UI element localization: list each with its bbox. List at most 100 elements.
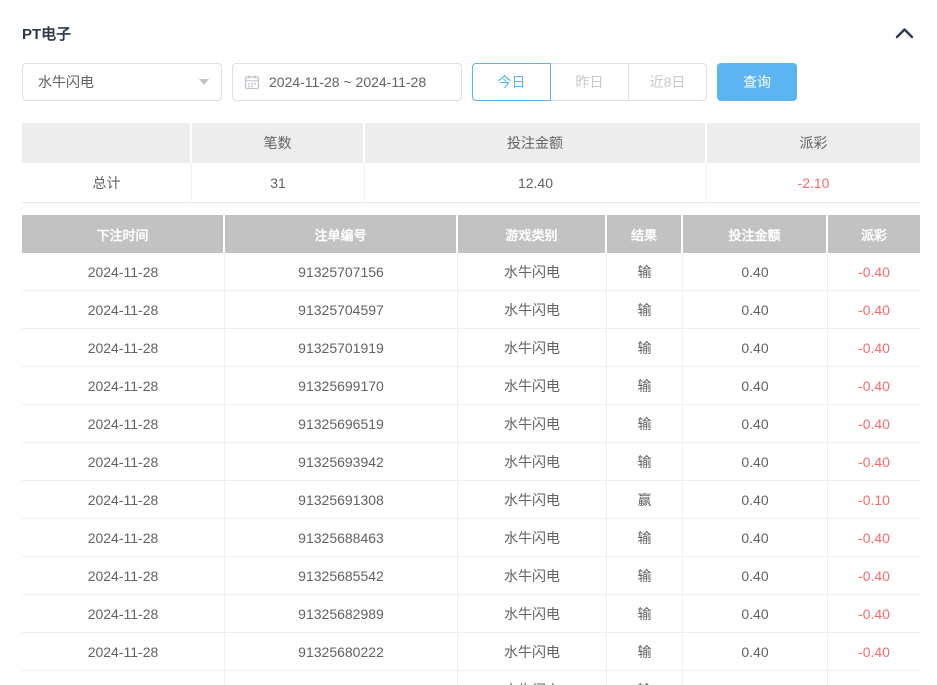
summary-header-bet-amount: 投注金额 xyxy=(365,123,707,163)
cell-order-number xyxy=(225,671,458,685)
cell-bet-time: 2024-11-28 xyxy=(22,253,225,291)
cell-result: 输 xyxy=(607,253,683,291)
cell-bet-amount: 0.40 xyxy=(683,329,828,367)
table-row: 2024-11-28 91325691308 水牛闪电 赢 0.40 -0.10 xyxy=(22,481,920,519)
cell-game-category: 水牛闪电 xyxy=(458,367,607,405)
cell-order-number: 91325688463 xyxy=(225,519,458,557)
cell-payout: -0.40 xyxy=(828,557,920,595)
cell-game-category: 水牛闪电 xyxy=(458,519,607,557)
detail-header-order-number: 注单编号 xyxy=(225,215,458,253)
cell-result: 输 xyxy=(607,671,683,685)
summary-header-payout: 派彩 xyxy=(707,123,920,163)
cell-game-category: 水牛闪电 xyxy=(458,481,607,519)
table-row: 2024-11-28 91325701919 水牛闪电 输 0.40 -0.40 xyxy=(22,329,920,367)
cell-order-number: 91325691308 xyxy=(225,481,458,519)
cell-game-category: 水牛闪电 xyxy=(458,443,607,481)
cell-game-category: 水牛闪电 xyxy=(458,633,607,671)
table-row: 2024-11-28 91325680222 水牛闪电 输 0.40 -0.40 xyxy=(22,633,920,671)
table-row: 2024-11-28 91325688463 水牛闪电 输 0.40 -0.40 xyxy=(22,519,920,557)
cell-bet-amount: 0.40 xyxy=(683,633,828,671)
cell-game-category: 水牛闪电 xyxy=(458,253,607,291)
cell-bet-time: 2024-11-28 xyxy=(22,405,225,443)
cell-payout: -0.40 xyxy=(828,329,920,367)
cell-payout: -0.40 xyxy=(828,519,920,557)
chevron-up-icon xyxy=(895,27,914,39)
cell-payout: -0.40 xyxy=(828,291,920,329)
cell-bet-time: 2024-11-28 xyxy=(22,633,225,671)
cell-game-category: 水牛闪电 xyxy=(458,291,607,329)
cell-bet-amount: 0.40 xyxy=(683,443,828,481)
table-row: 2024-11-28 91325696519 水牛闪电 输 0.40 -0.40 xyxy=(22,405,920,443)
cell-payout: -0.40 xyxy=(828,633,920,671)
cell-result: 输 xyxy=(607,557,683,595)
cell-payout: -0.10 xyxy=(828,481,920,519)
filter-bar: 水牛闪电 2024-11-28 ~ 2024-11-28 xyxy=(22,63,937,101)
date-range-value: 2024-11-28 ~ 2024-11-28 xyxy=(269,74,426,90)
calendar-icon xyxy=(244,74,260,90)
table-row: 2024-11-28 91325699170 水牛闪电 输 0.40 -0.40 xyxy=(22,367,920,405)
cell-result: 输 xyxy=(607,291,683,329)
summary-table: 笔数 投注金额 派彩 总计 31 12.40 -2.10 xyxy=(22,123,920,203)
cell-order-number: 91325693942 xyxy=(225,443,458,481)
cell-payout: -0.40 xyxy=(828,405,920,443)
detail-table: 下注时间 注单编号 游戏类别 结果 投注金额 派彩 2024-11-28 913… xyxy=(22,215,920,685)
table-row: 2024-11-28 91325704597 水牛闪电 输 0.40 -0.40 xyxy=(22,291,920,329)
cell-result: 输 xyxy=(607,595,683,633)
detail-header-game-category: 游戏类别 xyxy=(458,215,607,253)
cell-game-category: 水牛闪电 xyxy=(458,557,607,595)
game-select-value: 水牛闪电 xyxy=(38,72,94,92)
cell-order-number: 91325699170 xyxy=(225,367,458,405)
cell-game-category: 水牛闪电 xyxy=(458,405,607,443)
detail-header-payout: 派彩 xyxy=(828,215,920,253)
quick-button-yesterday[interactable]: 昨日 xyxy=(550,63,629,101)
table-row: 2024-11-28 91325707156 水牛闪电 输 0.40 -0.40 xyxy=(22,253,920,291)
cell-bet-amount: 0.40 xyxy=(683,291,828,329)
summary-total-row: 总计 31 12.40 -2.10 xyxy=(22,163,920,203)
cell-result: 输 xyxy=(607,329,683,367)
game-select[interactable]: 水牛闪电 xyxy=(22,63,222,101)
panel-header: PT电子 xyxy=(22,24,920,42)
cell-bet-amount: 0.40 xyxy=(683,367,828,405)
cell-payout xyxy=(828,671,920,685)
cell-bet-time: 2024-11-28 xyxy=(22,443,225,481)
cell-bet-time: 2024-11-28 xyxy=(22,519,225,557)
cell-bet-time: 2024-11-28 xyxy=(22,481,225,519)
query-button[interactable]: 查询 xyxy=(717,63,797,101)
cell-payout: -0.40 xyxy=(828,253,920,291)
cell-result: 赢 xyxy=(607,481,683,519)
cell-order-number: 91325707156 xyxy=(225,253,458,291)
cell-order-number: 91325680222 xyxy=(225,633,458,671)
cell-result: 输 xyxy=(607,519,683,557)
quick-button-last-8-days[interactable]: 近8日 xyxy=(628,63,707,101)
cell-result: 输 xyxy=(607,405,683,443)
cell-bet-amount: 0.40 xyxy=(683,557,828,595)
cell-bet-amount: 0.40 xyxy=(683,481,828,519)
cell-order-number: 91325685542 xyxy=(225,557,458,595)
quick-button-today[interactable]: 今日 xyxy=(472,63,551,101)
quick-date-button-group: 今日 昨日 近8日 xyxy=(472,63,707,101)
cell-order-number: 91325701919 xyxy=(225,329,458,367)
detail-header-bet-amount: 投注金额 xyxy=(683,215,828,253)
detail-header-result: 结果 xyxy=(607,215,683,253)
summary-total-count: 31 xyxy=(192,163,365,203)
summary-total-label: 总计 xyxy=(22,163,192,203)
cell-order-number: 91325704597 xyxy=(225,291,458,329)
cell-bet-time: 2024-11-28 xyxy=(22,329,225,367)
date-range-input[interactable]: 2024-11-28 ~ 2024-11-28 xyxy=(232,63,462,101)
cell-result: 输 xyxy=(607,367,683,405)
cell-bet-amount: 0.40 xyxy=(683,405,828,443)
cell-bet-time: 2024-11-28 xyxy=(22,367,225,405)
cell-bet-amount: 0.40 xyxy=(683,595,828,633)
cell-bet-amount: 0.40 xyxy=(683,253,828,291)
cell-bet-amount xyxy=(683,671,828,685)
cell-payout: -0.40 xyxy=(828,443,920,481)
collapse-panel-button[interactable] xyxy=(893,25,916,41)
cell-result: 输 xyxy=(607,633,683,671)
cell-game-category: 水牛闪电 xyxy=(458,671,607,685)
summary-header-blank xyxy=(22,123,192,163)
cell-bet-time: 2024-11-28 xyxy=(22,557,225,595)
cell-payout: -0.40 xyxy=(828,595,920,633)
summary-total-payout: -2.10 xyxy=(707,163,920,203)
pt-games-panel: PT电子 水牛闪电 xyxy=(0,0,937,685)
page-title: PT电子 xyxy=(22,23,71,44)
